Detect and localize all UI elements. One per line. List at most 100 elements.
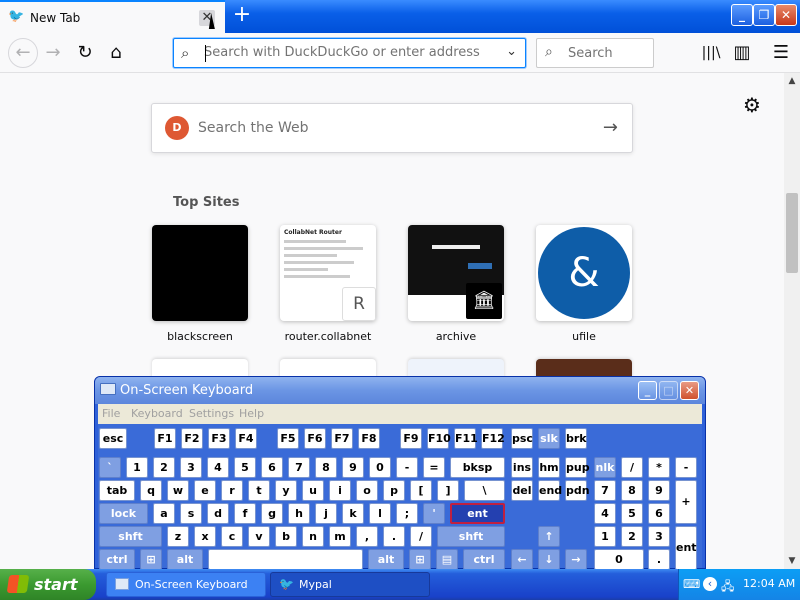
key-home-11[interactable]: ' (423, 503, 445, 524)
key-bottom-1[interactable]: z (167, 526, 189, 547)
key-fn-1[interactable]: F1 (154, 428, 176, 449)
vertical-scrollbar[interactable]: ▲ ▼ (784, 73, 800, 569)
tab-new-tab[interactable]: 🐦 New Tab ✕ (0, 0, 225, 33)
arrow-right-icon[interactable]: → (603, 117, 618, 138)
key-num-11[interactable]: - (396, 457, 418, 478)
key-home-2[interactable]: s (180, 503, 202, 524)
key-space-3[interactable] (208, 549, 363, 570)
key-home-4[interactable]: f (234, 503, 256, 524)
key-fn-2[interactable]: F2 (181, 428, 203, 449)
key-fn-15[interactable]: brk (565, 428, 587, 449)
menu-keyboard[interactable]: Keyboard (131, 407, 183, 420)
key-fn-10[interactable]: F10 (427, 428, 451, 449)
osk-title-bar[interactable]: On-Screen Keyboard _ □ ✕ (95, 377, 705, 404)
key-fn-6[interactable]: F6 (304, 428, 326, 449)
menu-button[interactable]: ☰ (769, 41, 793, 65)
key-top-4[interactable]: r (221, 480, 243, 501)
key-space-1[interactable]: ⊞ (140, 549, 162, 570)
key-top-9[interactable]: o (356, 480, 378, 501)
key-top-16[interactable]: pdn (565, 480, 590, 501)
key-top-0[interactable]: tab (99, 480, 135, 501)
key-num-17[interactable]: nlk (594, 457, 616, 478)
gear-icon[interactable]: ⚙ (743, 93, 761, 117)
key-bottom-8[interactable]: , (356, 526, 378, 547)
key-top-8[interactable]: i (329, 480, 351, 501)
key-bottom-3[interactable]: c (221, 526, 243, 547)
key-top-11[interactable]: [ (410, 480, 432, 501)
key-fn-14[interactable]: slk (538, 428, 560, 449)
key-top-3[interactable]: e (194, 480, 216, 501)
top-site-blackscreen[interactable]: blackscreen (152, 225, 248, 343)
key-fn-7[interactable]: F7 (331, 428, 353, 449)
key-top-17[interactable]: 7 (594, 480, 616, 501)
key-fn-11[interactable]: F11 (454, 428, 478, 449)
key-num-0[interactable]: ` (99, 457, 121, 478)
key-num-15[interactable]: hm (538, 457, 560, 478)
web-search-box[interactable]: D Search the Web → (151, 103, 633, 153)
key-top-1[interactable]: q (140, 480, 162, 501)
key-bottom-16[interactable]: ent (675, 526, 697, 570)
top-site-archive[interactable]: 🏛 archive (408, 225, 504, 343)
forward-button[interactable]: → (41, 41, 65, 65)
key-top-15[interactable]: end (538, 480, 562, 501)
menu-help[interactable]: Help (239, 407, 264, 420)
scroll-down-icon[interactable]: ▼ (784, 553, 800, 569)
search-bar[interactable]: ⌕ Search (536, 38, 654, 68)
key-fn-5[interactable]: F5 (277, 428, 299, 449)
key-home-7[interactable]: j (315, 503, 337, 524)
key-home-5[interactable]: g (261, 503, 283, 524)
key-home-0[interactable]: lock (99, 503, 148, 524)
key-top-2[interactable]: w (167, 480, 189, 501)
key-space-8[interactable]: ← (511, 549, 533, 570)
key-num-12[interactable]: = (423, 457, 445, 478)
key-home-13[interactable]: 4 (594, 503, 616, 524)
key-top-7[interactable]: u (302, 480, 324, 501)
key-top-19[interactable]: 9 (648, 480, 670, 501)
key-space-12[interactable]: . (648, 549, 670, 570)
key-num-10[interactable]: 0 (369, 457, 391, 478)
key-bottom-14[interactable]: 2 (621, 526, 643, 547)
chevron-left-icon[interactable]: ‹ (703, 577, 717, 591)
key-num-19[interactable]: * (648, 457, 670, 478)
key-bottom-11[interactable]: shft (437, 526, 505, 547)
key-fn-0[interactable]: esc (99, 428, 127, 449)
key-top-20[interactable]: + (675, 480, 697, 524)
key-home-1[interactable]: a (153, 503, 175, 524)
key-num-20[interactable]: - (675, 457, 697, 478)
key-num-18[interactable]: / (621, 457, 643, 478)
key-bottom-4[interactable]: v (248, 526, 270, 547)
taskbar-button-mypal[interactable]: 🐦 Mypal (270, 572, 430, 597)
key-top-13[interactable]: \ (464, 480, 505, 501)
keyboard-tray-icon[interactable]: ⌨ (683, 577, 700, 591)
network-icon[interactable]: 🖧 (721, 577, 734, 598)
reload-button[interactable]: ↻ (73, 41, 97, 65)
key-space-9[interactable]: ↓ (538, 549, 560, 570)
key-home-10[interactable]: ; (396, 503, 418, 524)
key-space-6[interactable]: ▤ (436, 549, 458, 570)
key-space-11[interactable]: 0 (594, 549, 644, 570)
key-num-7[interactable]: 7 (288, 457, 310, 478)
key-bottom-12[interactable]: ↑ (538, 526, 560, 547)
key-bottom-7[interactable]: m (329, 526, 351, 547)
sidebar-button[interactable]: ▥ (730, 41, 754, 65)
key-top-6[interactable]: y (275, 480, 297, 501)
key-fn-13[interactable]: psc (511, 428, 533, 449)
key-num-2[interactable]: 2 (153, 457, 175, 478)
taskbar-button-osk[interactable]: On-Screen Keyboard (106, 572, 266, 597)
key-bottom-0[interactable]: shft (99, 526, 162, 547)
key-fn-3[interactable]: F3 (208, 428, 230, 449)
key-top-12[interactable]: ] (437, 480, 459, 501)
osk-maximize-button[interactable]: □ (659, 381, 678, 400)
restore-button[interactable]: ❐ (753, 4, 775, 26)
scroll-up-icon[interactable]: ▲ (784, 73, 800, 89)
url-input[interactable] (204, 45, 494, 60)
key-home-6[interactable]: h (288, 503, 310, 524)
key-bottom-6[interactable]: n (302, 526, 324, 547)
top-site-router-collabnet[interactable]: CollabNet Router R router.collabnet (280, 225, 376, 343)
key-home-12[interactable]: ent (450, 503, 505, 524)
key-space-10[interactable]: → (565, 549, 587, 570)
key-home-15[interactable]: 6 (648, 503, 670, 524)
library-button[interactable]: |||\ (699, 41, 723, 65)
key-top-10[interactable]: p (383, 480, 405, 501)
key-space-5[interactable]: ⊞ (409, 549, 431, 570)
